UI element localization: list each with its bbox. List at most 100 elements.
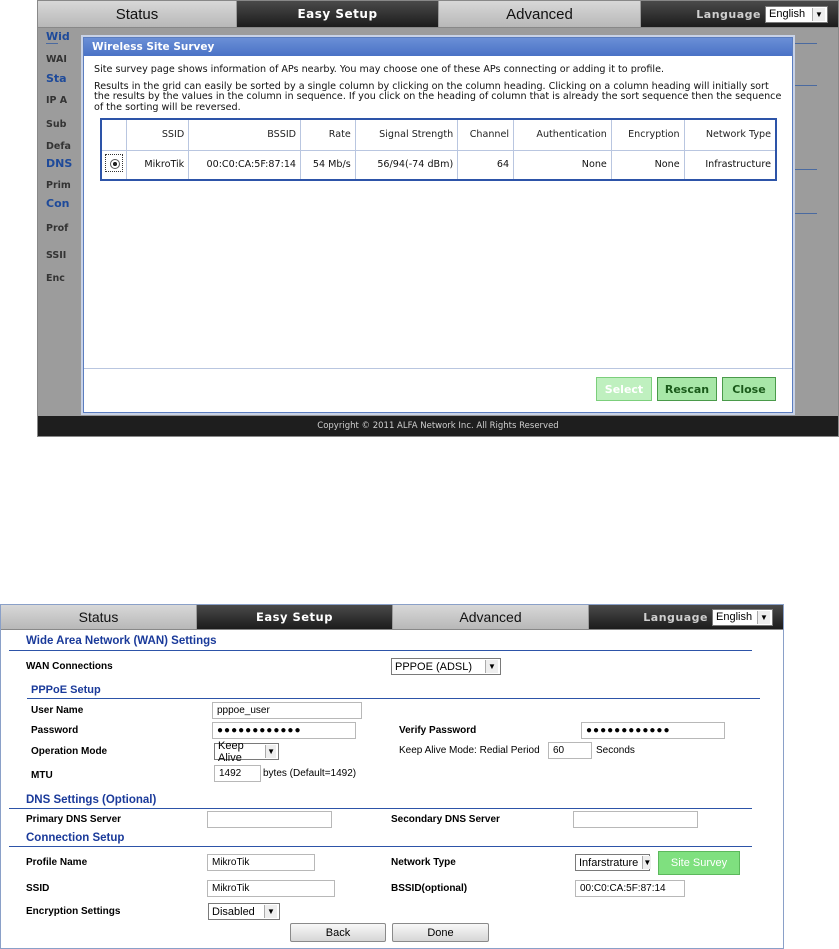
wan-section-title: Wide Area Network (WAN) Settings — [26, 635, 217, 647]
chevron-down-icon: ▼ — [485, 660, 498, 673]
profile-name-label: Profile Name — [26, 857, 88, 868]
col-authentication[interactable]: Authentication — [513, 118, 612, 150]
col-network-type[interactable]: Network Type — [683, 118, 777, 150]
tab-advanced[interactable]: Advanced — [393, 605, 589, 629]
back-button[interactable]: Back — [290, 923, 386, 942]
top-nav: Status Easy Setup Advanced Language Engl… — [1, 605, 783, 630]
bg-fragment: Sta — [46, 72, 67, 85]
operation-mode-select[interactable]: Keep Alive ▼ — [214, 740, 279, 764]
tab-easy-setup[interactable]: Easy Setup — [197, 605, 393, 629]
language-area: Language English ▼ — [589, 605, 783, 629]
table-header-row: SSID BSSID Rate Signal Strength Channel … — [100, 118, 777, 150]
password-input[interactable]: ●●●●●●●●●●●● — [212, 722, 356, 739]
ssid-input[interactable]: MikroTik — [207, 880, 335, 897]
dialog-sort-help: Results in the grid can easily be sorted… — [94, 80, 782, 113]
done-button[interactable]: Done — [392, 923, 489, 942]
divider — [27, 698, 760, 699]
tab-advanced[interactable]: Advanced — [439, 1, 641, 27]
radio-button[interactable] — [105, 154, 124, 173]
operation-mode-label: Operation Mode — [31, 746, 108, 757]
col-encryption[interactable]: Encryption — [610, 118, 685, 150]
tab-easy-setup[interactable]: Easy Setup — [237, 1, 439, 27]
redial-period-unit: Seconds — [596, 745, 635, 756]
cell-bssid: 00:C0:CA:5F:87:14 — [188, 149, 301, 181]
divider — [9, 650, 752, 651]
secondary-dns-input[interactable] — [573, 811, 698, 828]
mtu-input[interactable]: 1492 — [214, 765, 261, 782]
tab-status[interactable]: Status — [38, 1, 237, 27]
divider — [9, 846, 752, 847]
encryption-settings-select[interactable]: Disabled ▼ — [208, 903, 280, 920]
divider — [793, 169, 817, 170]
bssid-input[interactable]: 00:C0:CA:5F:87:14 — [575, 880, 685, 897]
bg-fragment: SSII — [46, 250, 67, 261]
bg-fragment: Wid — [46, 30, 70, 43]
encryption-settings-label: Encryption Settings — [26, 906, 121, 917]
dialog-title: Wireless Site Survey — [84, 38, 792, 56]
divider — [793, 43, 817, 44]
user-name-label: User Name — [31, 705, 84, 716]
divider — [793, 213, 817, 214]
chevron-down-icon: ▼ — [264, 905, 277, 918]
col-rate[interactable]: Rate — [300, 118, 356, 150]
profile-name-input[interactable]: MikroTik — [207, 854, 315, 871]
ap-table: SSID BSSID Rate Signal Strength Channel … — [100, 118, 777, 181]
bg-fragment: Sub — [46, 119, 67, 130]
col-signal-strength[interactable]: Signal Strength — [354, 118, 458, 150]
wan-connections-select[interactable]: PPPOE (ADSL) ▼ — [391, 658, 501, 675]
verify-password-label: Verify Password — [399, 725, 477, 736]
top-nav: Status Easy Setup Advanced Language Engl… — [38, 1, 838, 28]
divider — [9, 808, 752, 809]
select-button[interactable]: Select — [596, 377, 652, 401]
language-select[interactable]: English ▼ — [712, 608, 773, 626]
cell-channel: 64 — [457, 149, 514, 181]
network-type-select[interactable]: Infarstrature ▼ — [575, 854, 652, 871]
cell-signal-strength: 56/94(-74 dBm) — [354, 149, 458, 181]
bg-fragment: WAI — [46, 54, 67, 65]
site-survey-dialog: Wireless Site Survey Site survey page sh… — [83, 37, 793, 413]
dialog-description: Site survey page shows information of AP… — [94, 64, 665, 75]
primary-dns-input[interactable] — [207, 811, 332, 828]
site-survey-screenshot: Status Easy Setup Advanced Language Engl… — [37, 0, 839, 437]
bg-fragment: Con — [46, 197, 70, 210]
bg-fragment: Prim — [46, 180, 71, 191]
dialog-footer: Select Rescan Close — [84, 368, 792, 412]
chevron-down-icon: ▼ — [642, 856, 652, 869]
connection-section-title: Connection Setup — [26, 832, 125, 844]
chevron-down-icon: ▼ — [812, 7, 825, 21]
network-type-value: Infarstrature — [579, 856, 639, 869]
cell-network-type: Infrastructure — [683, 149, 777, 181]
cell-encryption: None — [610, 149, 685, 181]
redial-period-input[interactable]: 60 — [548, 742, 592, 759]
pppoe-section-title: PPPoE Setup — [31, 684, 101, 696]
bg-fragment: IP A — [46, 95, 68, 106]
tab-status[interactable]: Status — [1, 605, 197, 629]
row-select-cell[interactable] — [100, 149, 127, 181]
language-value: English — [716, 611, 753, 623]
language-label: Language — [643, 610, 708, 624]
language-area: Language English ▼ — [641, 1, 838, 27]
bg-fragment: Prof — [46, 223, 69, 234]
col-bssid[interactable]: BSSID — [188, 118, 301, 150]
col-channel[interactable]: Channel — [457, 118, 514, 150]
language-value: English — [769, 8, 806, 20]
operation-mode-value: Keep Alive — [218, 739, 244, 764]
ssid-label: SSID — [26, 883, 50, 894]
language-select[interactable]: English ▼ — [765, 5, 828, 23]
bg-fragment: DNS — [46, 157, 73, 170]
table-row[interactable]: MikroTik 00:C0:CA:5F:87:14 54 Mb/s 56/94… — [100, 149, 777, 181]
primary-dns-label: Primary DNS Server — [26, 814, 122, 825]
rescan-button[interactable]: Rescan — [657, 377, 717, 401]
bg-fragment: Enc — [46, 273, 65, 284]
encryption-settings-value: Disabled — [212, 905, 255, 918]
easy-setup-screenshot: Status Easy Setup Advanced Language Engl… — [0, 604, 784, 949]
close-button[interactable]: Close — [722, 377, 776, 401]
col-ssid[interactable]: SSID — [126, 118, 189, 150]
copyright-footer: Copyright © 2011 ALFA Network Inc. All R… — [38, 416, 838, 436]
language-label: Language — [696, 7, 761, 21]
col-select — [100, 118, 127, 150]
verify-password-input[interactable]: ●●●●●●●●●●●● — [581, 722, 725, 739]
secondary-dns-label: Secondary DNS Server — [391, 814, 500, 825]
site-survey-button[interactable]: Site Survey — [658, 851, 740, 875]
user-name-input[interactable]: pppoe_user — [212, 702, 362, 719]
